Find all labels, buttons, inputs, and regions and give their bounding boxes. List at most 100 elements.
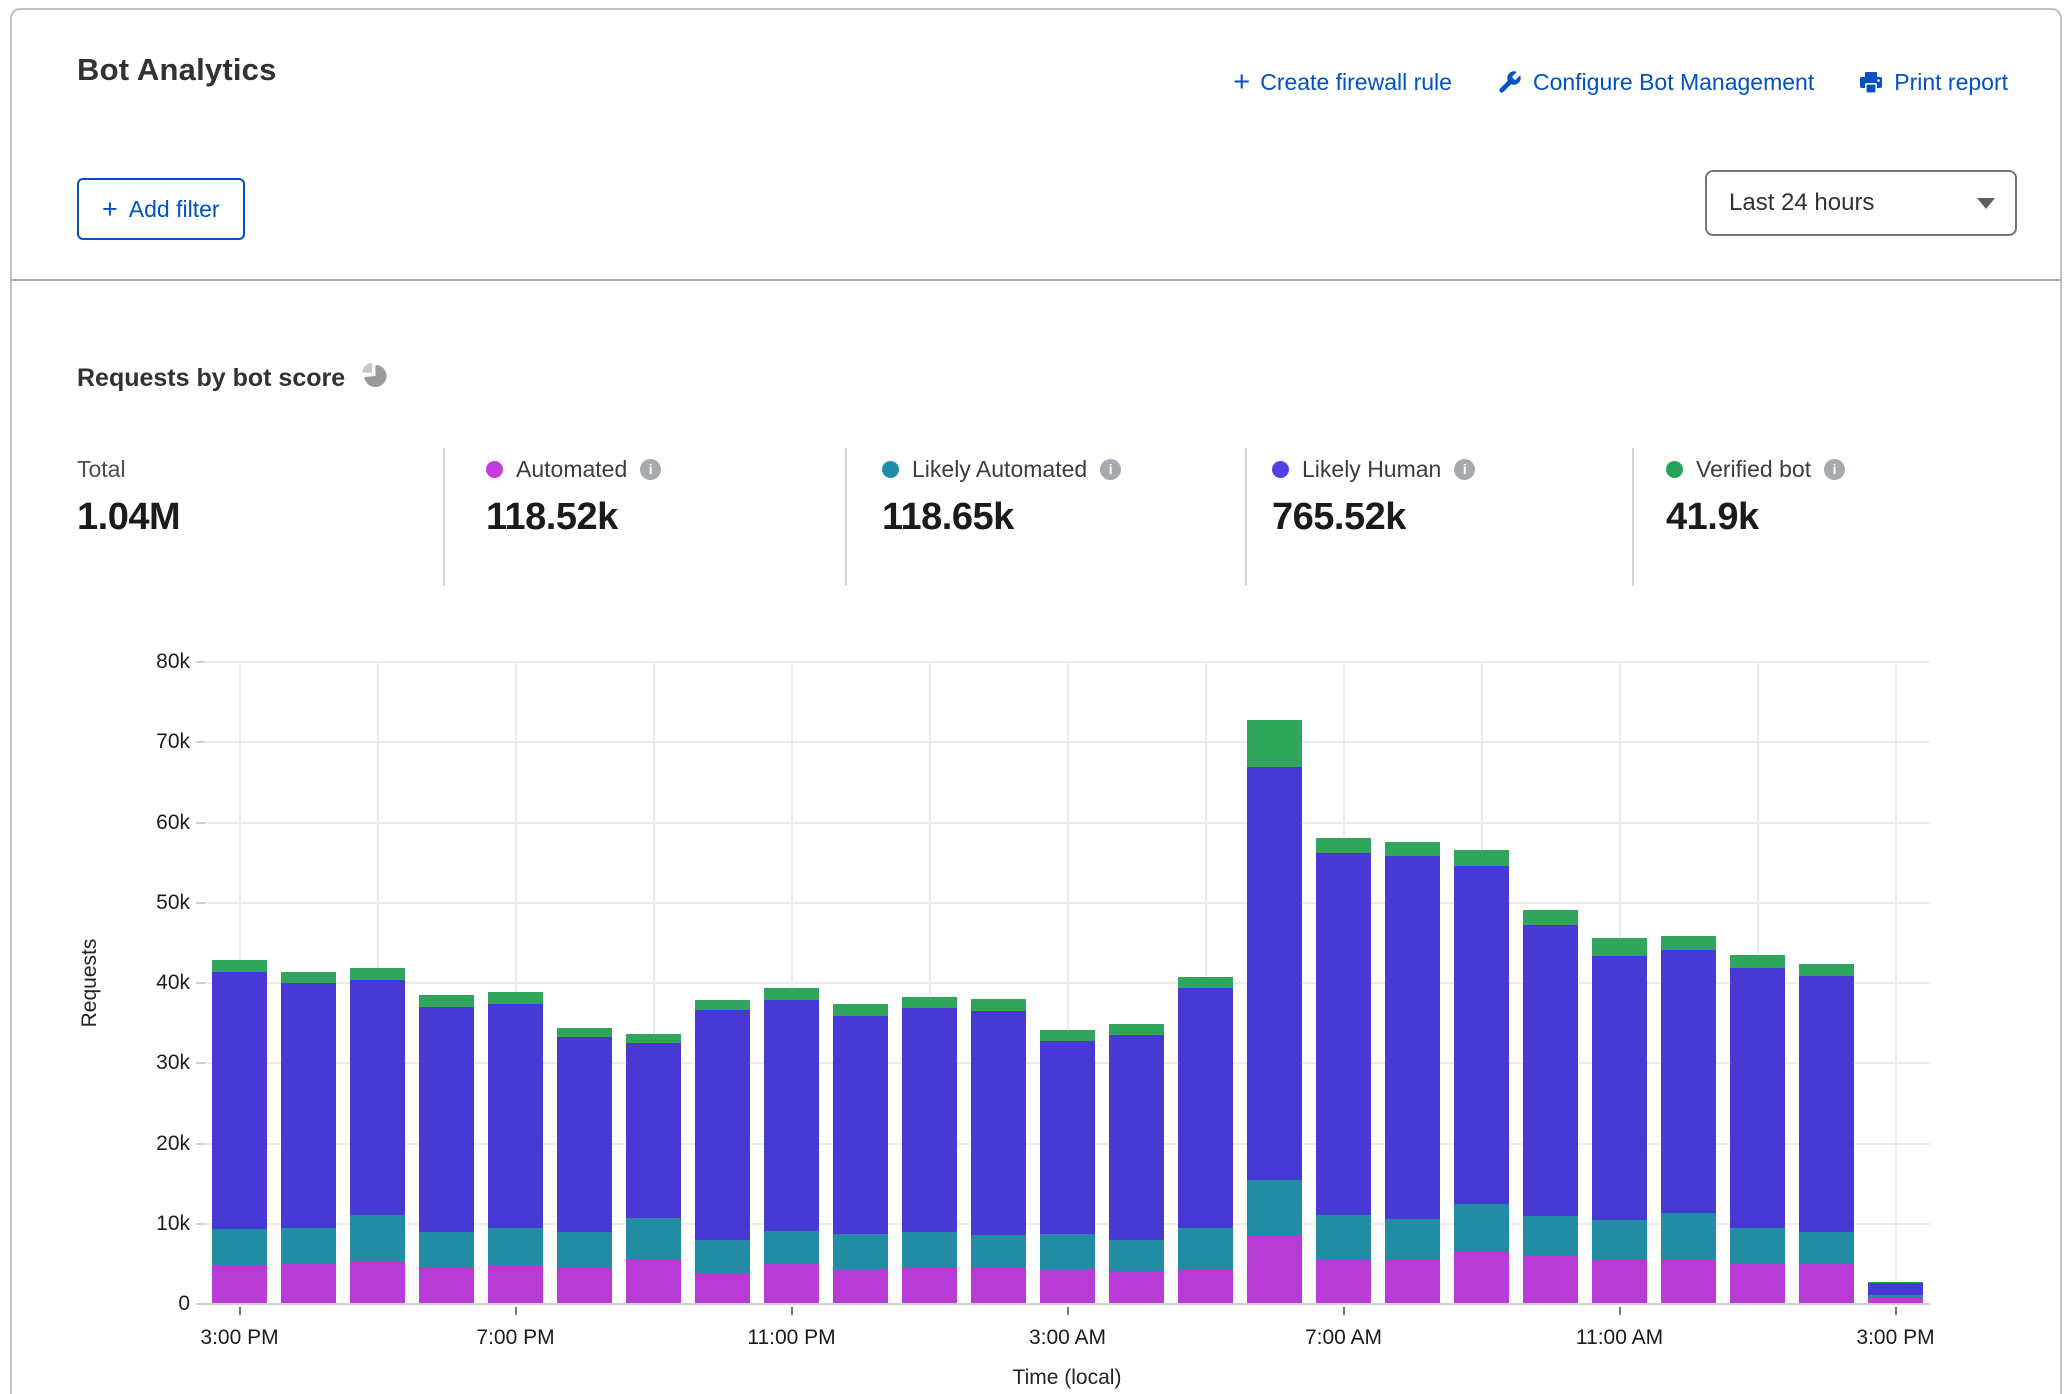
- bar-segment[interactable]: [764, 988, 819, 999]
- bar-segment[interactable]: [695, 1000, 750, 1010]
- bar-segment[interactable]: [1178, 1270, 1233, 1303]
- bar-segment[interactable]: [1730, 968, 1785, 1228]
- info-icon[interactable]: i: [1454, 459, 1475, 480]
- stacked-bar[interactable]: [626, 1034, 681, 1303]
- bar-segment[interactable]: [1040, 1030, 1095, 1041]
- bar-segment[interactable]: [212, 972, 267, 1230]
- stacked-bar[interactable]: [902, 997, 957, 1303]
- bar-segment[interactable]: [626, 1218, 681, 1260]
- bar-segment[interactable]: [626, 1260, 681, 1303]
- stacked-bar[interactable]: [281, 972, 336, 1303]
- bar-segment[interactable]: [350, 1262, 405, 1303]
- bar-segment[interactable]: [419, 995, 474, 1007]
- bar-segment[interactable]: [488, 1004, 543, 1228]
- bar-segment[interactable]: [1454, 866, 1509, 1205]
- bar-segment[interactable]: [1799, 964, 1854, 977]
- stacked-bar[interactable]: [1868, 1282, 1923, 1303]
- bar-segment[interactable]: [488, 1228, 543, 1265]
- info-icon[interactable]: i: [1100, 459, 1121, 480]
- bar-segment[interactable]: [1592, 1260, 1647, 1303]
- bar-segment[interactable]: [1109, 1240, 1164, 1270]
- bar-segment[interactable]: [1730, 955, 1785, 968]
- info-icon[interactable]: i: [640, 459, 661, 480]
- stacked-bar[interactable]: [971, 999, 1026, 1303]
- bar-segment[interactable]: [1868, 1298, 1923, 1303]
- bar-segment[interactable]: [1523, 910, 1578, 925]
- stacked-bar[interactable]: [1109, 1024, 1164, 1303]
- bar-segment[interactable]: [695, 1240, 750, 1273]
- bar-segment[interactable]: [419, 1268, 474, 1303]
- bar-segment[interactable]: [971, 1011, 1026, 1235]
- stacked-bar[interactable]: [1523, 910, 1578, 1303]
- bar-segment[interactable]: [1178, 988, 1233, 1227]
- bar-segment[interactable]: [1109, 1024, 1164, 1035]
- info-icon[interactable]: i: [1824, 459, 1845, 480]
- stacked-bar[interactable]: [1454, 850, 1509, 1303]
- bar-segment[interactable]: [557, 1232, 612, 1268]
- stacked-bar[interactable]: [1385, 842, 1440, 1303]
- bar-segment[interactable]: [1040, 1234, 1095, 1269]
- stacked-bar[interactable]: [212, 960, 267, 1303]
- bar-segment[interactable]: [1316, 1259, 1371, 1303]
- bar-segment[interactable]: [419, 1007, 474, 1232]
- bar-segment[interactable]: [833, 1269, 888, 1304]
- bar-segment[interactable]: [1868, 1295, 1923, 1298]
- bar-segment[interactable]: [1109, 1271, 1164, 1303]
- stacked-bar[interactable]: [1592, 938, 1647, 1303]
- bar-segment[interactable]: [1661, 936, 1716, 950]
- bar-segment[interactable]: [764, 1231, 819, 1264]
- stacked-bar[interactable]: [1040, 1030, 1095, 1303]
- bar-segment[interactable]: [1523, 1216, 1578, 1256]
- stacked-bar[interactable]: [350, 968, 405, 1303]
- bar-segment[interactable]: [1523, 1256, 1578, 1303]
- bar-segment[interactable]: [1730, 1228, 1785, 1264]
- bar-segment[interactable]: [1868, 1283, 1923, 1296]
- bar-segment[interactable]: [281, 1228, 336, 1264]
- bar-segment[interactable]: [1661, 1213, 1716, 1260]
- bar-segment[interactable]: [1247, 1180, 1302, 1235]
- stacked-bar[interactable]: [764, 988, 819, 1303]
- stacked-bar[interactable]: [488, 992, 543, 1303]
- bar-segment[interactable]: [971, 999, 1026, 1011]
- bar-segment[interactable]: [1247, 1235, 1302, 1303]
- bar-segment[interactable]: [902, 997, 957, 1008]
- bar-segment[interactable]: [1316, 853, 1371, 1215]
- bar-segment[interactable]: [1385, 1260, 1440, 1303]
- bar-segment[interactable]: [281, 972, 336, 982]
- bar-segment[interactable]: [488, 992, 543, 1004]
- bar-segment[interactable]: [1592, 1220, 1647, 1259]
- create-firewall-rule-link[interactable]: + Create firewall rule: [1233, 68, 1452, 97]
- bar-segment[interactable]: [1316, 1215, 1371, 1259]
- bar-segment[interactable]: [1799, 1232, 1854, 1265]
- bar-segment[interactable]: [1247, 720, 1302, 767]
- bar-segment[interactable]: [1523, 925, 1578, 1216]
- bar-segment[interactable]: [281, 1264, 336, 1303]
- bar-segment[interactable]: [1730, 1264, 1785, 1303]
- add-filter-button[interactable]: + Add filter: [77, 178, 245, 240]
- stacked-bar[interactable]: [1799, 964, 1854, 1303]
- bar-segment[interactable]: [833, 1234, 888, 1269]
- stacked-bar[interactable]: [1730, 955, 1785, 1303]
- bar-segment[interactable]: [1661, 950, 1716, 1213]
- bar-segment[interactable]: [1799, 1264, 1854, 1303]
- bar-segment[interactable]: [1385, 842, 1440, 856]
- bar-segment[interactable]: [419, 1232, 474, 1268]
- bar-segment[interactable]: [212, 1265, 267, 1303]
- bar-segment[interactable]: [281, 983, 336, 1229]
- bar-segment[interactable]: [695, 1273, 750, 1303]
- stacked-bar[interactable]: [1178, 977, 1233, 1303]
- stacked-bar[interactable]: [695, 1000, 750, 1303]
- bar-segment[interactable]: [212, 1229, 267, 1265]
- bar-segment[interactable]: [1040, 1269, 1095, 1303]
- stacked-bar[interactable]: [1661, 936, 1716, 1303]
- bar-segment[interactable]: [902, 1268, 957, 1303]
- bar-segment[interactable]: [557, 1037, 612, 1232]
- bar-segment[interactable]: [1247, 767, 1302, 1180]
- bar-segment[interactable]: [971, 1235, 1026, 1268]
- stacked-bar[interactable]: [1316, 838, 1371, 1303]
- bar-segment[interactable]: [1454, 1204, 1509, 1251]
- bar-segment[interactable]: [212, 960, 267, 971]
- bar-segment[interactable]: [1661, 1260, 1716, 1303]
- bar-segment[interactable]: [488, 1265, 543, 1303]
- stacked-bar[interactable]: [1247, 720, 1302, 1303]
